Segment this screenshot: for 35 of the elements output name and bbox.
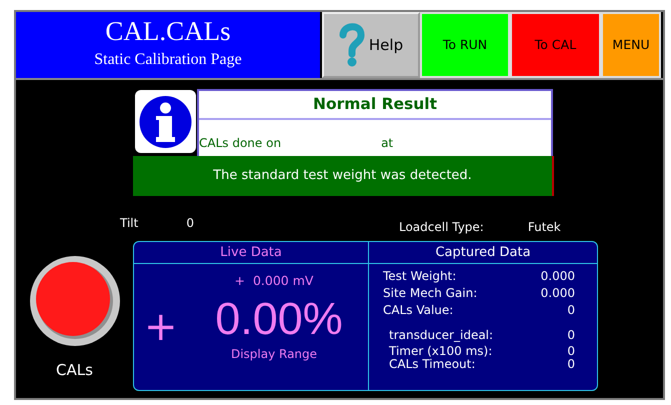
page-title: CAL.CALs xyxy=(105,16,231,46)
nav-button[interactable]: MENU xyxy=(601,12,661,78)
help-button[interactable]: Help xyxy=(322,12,420,78)
field-label: Test Weight: xyxy=(383,268,456,285)
page-subtitle: Static Calibration Page xyxy=(94,50,242,70)
field-value: 0 xyxy=(567,302,575,319)
loadcell-label: Loadcell Type: xyxy=(398,219,484,236)
tilt-value: 0 xyxy=(186,215,194,232)
field-label: transducer_ideal: xyxy=(389,327,494,344)
field-value: 0 xyxy=(567,346,575,357)
loadcell-value: Futek xyxy=(528,219,561,236)
field-value: 0 xyxy=(567,327,575,344)
result-title: Normal Result xyxy=(199,91,551,120)
field-value: 0.000 xyxy=(540,285,575,302)
field-value: 0 xyxy=(567,359,575,370)
question-mark-icon xyxy=(338,23,365,67)
display-range-label: Display Range xyxy=(230,346,318,363)
field-label: CALs Value: xyxy=(383,302,454,319)
tilt-label: Tilt xyxy=(120,215,138,232)
done-label: CALs done on xyxy=(199,135,282,152)
captured-data-title: Captured Data xyxy=(435,244,531,262)
millivolt-value: + 0.000 mV xyxy=(234,272,314,290)
cals-button[interactable] xyxy=(28,255,120,347)
field-value: 0.000 xyxy=(540,268,575,285)
sign-text: + xyxy=(144,303,178,352)
percent-value: 0.00% xyxy=(215,292,343,345)
nav-button[interactable]: To RUN xyxy=(420,12,510,78)
nav-button[interactable]: To CAL xyxy=(510,12,601,78)
field-label: Timer (x100 ms): xyxy=(389,346,492,357)
cals-label: CALs xyxy=(56,360,93,381)
field-label: Site Mech Gain: xyxy=(383,285,478,302)
live-data-title: Live Data xyxy=(220,244,282,262)
status-message: The standard test weight was detected. xyxy=(133,156,554,196)
field-label: CALs Timeout: xyxy=(389,359,476,370)
at-label: at xyxy=(381,135,394,152)
